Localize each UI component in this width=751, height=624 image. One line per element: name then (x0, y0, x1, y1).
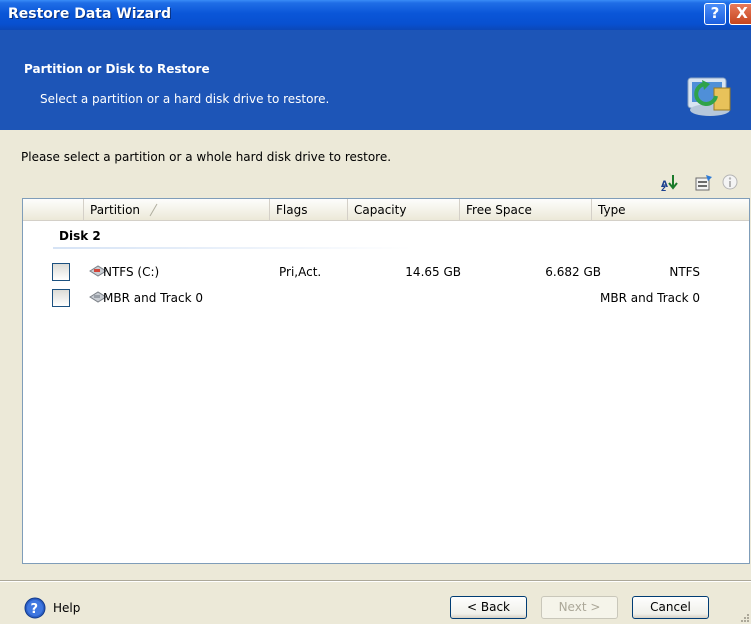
list-header: Partition Flags Capacity Free Space Type (23, 199, 749, 221)
close-button[interactable]: X (729, 3, 751, 25)
help-link[interactable]: Help (53, 601, 80, 615)
sort-ascending-icon (149, 203, 158, 217)
row-checkbox[interactable] (52, 289, 70, 307)
svg-text:?: ? (31, 602, 39, 617)
disk-group-label: Disk 2 (59, 229, 101, 243)
table-row[interactable]: NTFS (C:) Pri,Act. 14.65 GB 6.682 GB NTF… (23, 262, 749, 282)
svg-text:Z: Z (661, 185, 666, 192)
partition-list[interactable]: Partition Flags Capacity Free Space Type… (22, 198, 750, 564)
back-button[interactable]: < Back (450, 596, 527, 619)
next-button[interactable]: Next > (541, 596, 618, 619)
column-header-free-space[interactable]: Free Space (459, 199, 591, 221)
partition-flags: Pri,Act. (279, 265, 322, 279)
column-header-type[interactable]: Type (591, 199, 749, 221)
column-header-partition[interactable]: Partition (83, 199, 269, 221)
partition-type: MBR and Track 0 (600, 291, 700, 305)
partition-name: NTFS (C:) (103, 265, 160, 279)
header-title: Partition or Disk to Restore (24, 62, 210, 76)
header-subtitle: Select a partition or a hard disk drive … (40, 92, 330, 106)
title-bar[interactable]: Restore Data Wizard ? X (0, 0, 751, 30)
partition-capacity: 14.65 GB (405, 265, 461, 279)
column-header-check[interactable] (23, 199, 47, 221)
resize-grip-icon[interactable] (738, 611, 750, 623)
info-icon[interactable] (720, 172, 740, 192)
restore-data-wizard-window: Restore Data Wizard ? X Partition or Dis… (0, 0, 751, 624)
sort-icon[interactable]: A Z (660, 172, 680, 192)
properties-icon[interactable] (694, 172, 714, 192)
window-title: Restore Data Wizard (8, 6, 172, 22)
column-header-flags[interactable]: Flags (269, 199, 347, 221)
cancel-button[interactable]: Cancel (632, 596, 709, 619)
restore-wizard-icon (687, 77, 731, 116)
partition-name: MBR and Track 0 (103, 291, 203, 305)
table-row[interactable]: MBR and Track 0 MBR and Track 0 (23, 288, 749, 308)
instruction-text: Please select a partition or a whole har… (21, 150, 392, 164)
column-header-capacity[interactable]: Capacity (347, 199, 459, 221)
partition-type: NTFS (669, 265, 700, 279)
help-title-button[interactable]: ? (704, 3, 726, 25)
partition-free-space: 6.682 GB (545, 265, 601, 279)
group-divider (53, 247, 413, 249)
wizard-body: Please select a partition or a whole har… (0, 130, 751, 580)
wizard-header: Partition or Disk to Restore Select a pa… (0, 30, 751, 130)
footer-separator (0, 580, 751, 582)
row-checkbox[interactable] (52, 263, 70, 281)
help-icon[interactable]: ? (24, 597, 46, 619)
